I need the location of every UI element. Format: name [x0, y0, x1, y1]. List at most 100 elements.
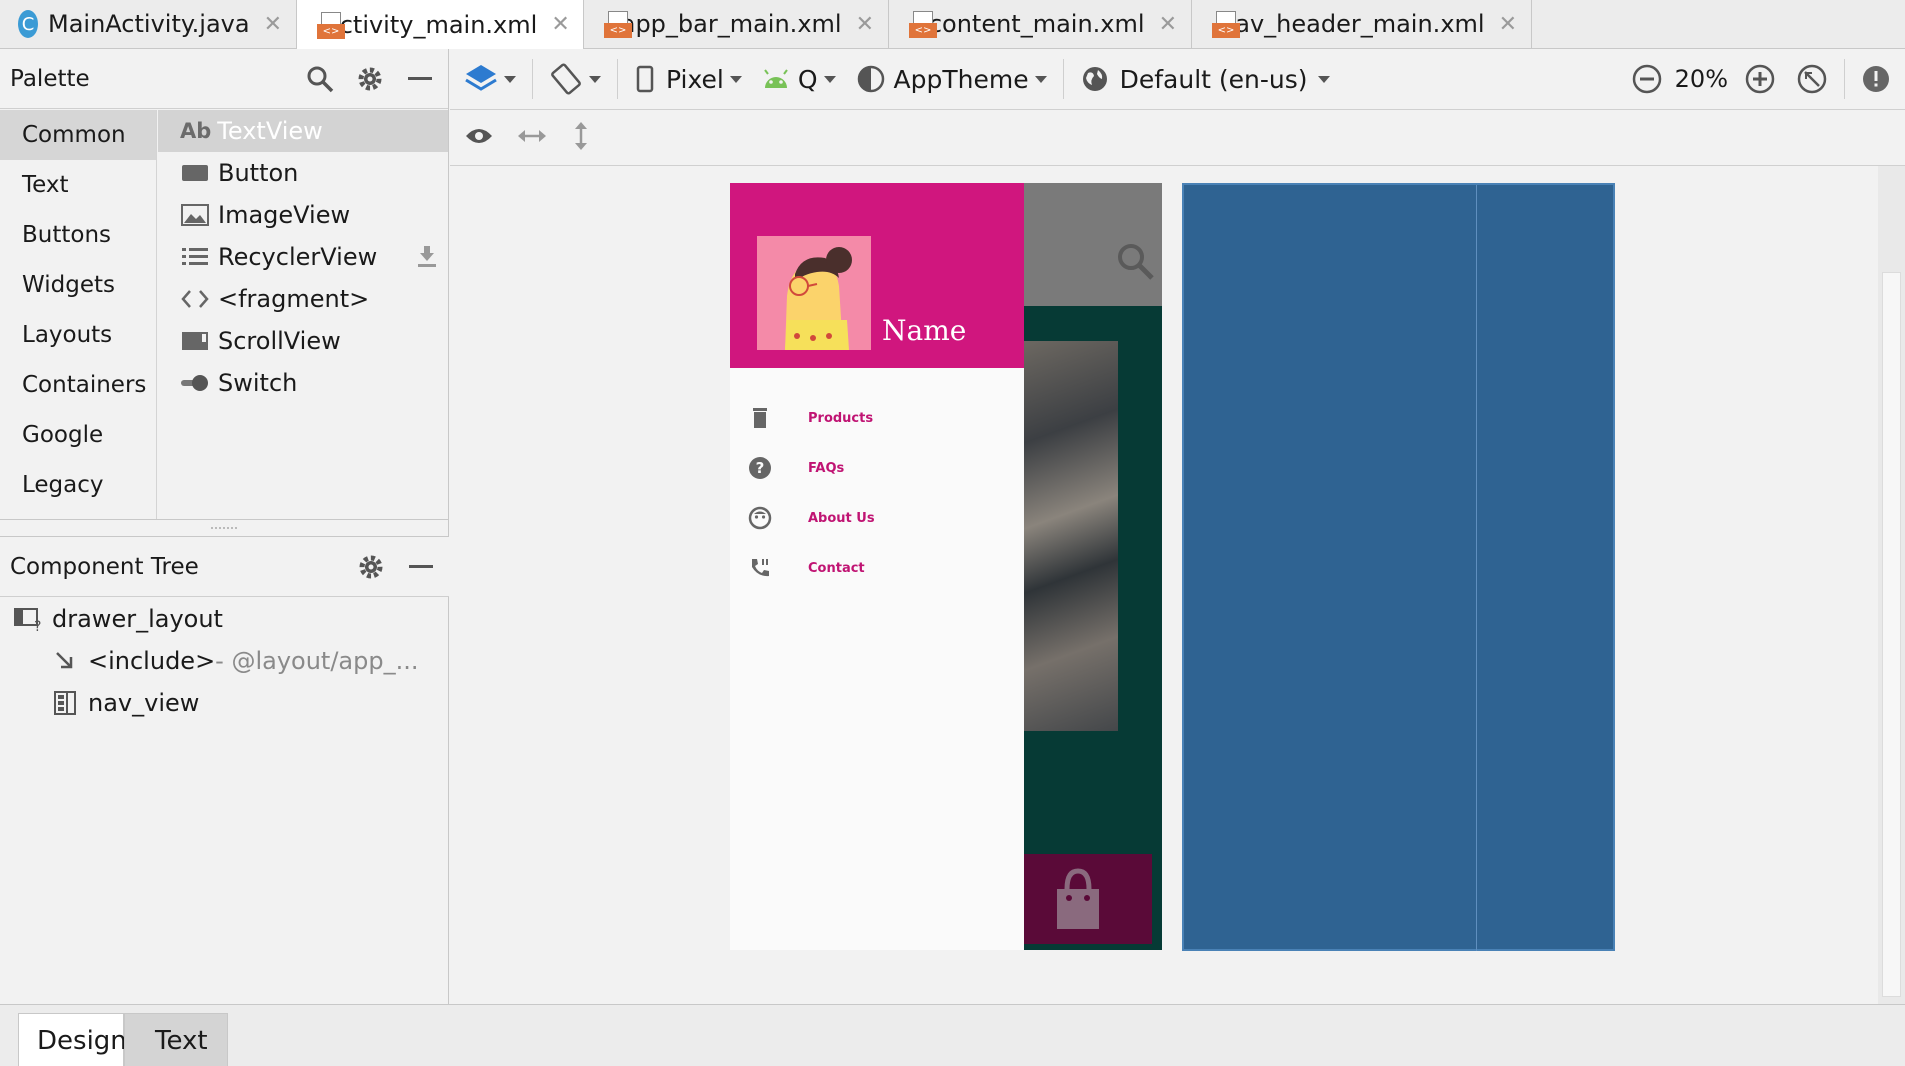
category-layouts[interactable]: Layouts — [0, 310, 156, 360]
design-toolbar: Pixel Q AppTheme Default (en-us) 20% — [450, 49, 1905, 110]
zoom-to-fit-button[interactable] — [1786, 49, 1838, 110]
nav-menu-label: Products — [808, 410, 874, 426]
code-icon — [180, 287, 210, 311]
minimize-icon[interactable] — [405, 551, 437, 583]
tab-nav-header-main-xml[interactable]: <> nav_header_main.xml ✕ — [1192, 0, 1532, 48]
tab-text[interactable]: Text — [124, 1013, 228, 1066]
zoom-in-icon — [1745, 64, 1775, 94]
tab-content-main-xml[interactable]: <> content_main.xml ✕ — [889, 0, 1192, 48]
category-legacy[interactable]: Legacy — [0, 460, 156, 510]
locale-label: Default (en-us) — [1119, 64, 1308, 94]
rotate-device-icon — [551, 63, 581, 95]
blueprint-preview[interactable] — [1182, 183, 1615, 951]
nav-menu-item-contact[interactable]: Contact — [730, 543, 1024, 593]
editor-mode-tabs: Design Text — [0, 1004, 1905, 1066]
device-dropdown[interactable]: Pixel — [624, 49, 752, 110]
globe-icon — [1082, 67, 1107, 91]
zoom-out-button[interactable] — [1625, 49, 1669, 110]
close-icon[interactable]: ✕ — [1499, 12, 1517, 37]
drawer-layout-icon: ? — [12, 604, 46, 634]
search-icon[interactable] — [304, 63, 336, 95]
zoom-level: 20% — [1674, 65, 1728, 93]
close-icon[interactable]: ✕ — [264, 12, 282, 37]
theme-dropdown[interactable]: AppTheme — [846, 49, 1057, 110]
tree-item-drawer-layout[interactable]: ? drawer_layout — [0, 598, 449, 640]
eye-icon[interactable] — [464, 125, 494, 151]
zoom-out-icon — [1632, 64, 1661, 94]
canvas-scrollbar[interactable] — [1878, 166, 1905, 1004]
api-dropdown[interactable]: Q — [752, 49, 846, 110]
category-widgets[interactable]: Widgets — [0, 260, 156, 310]
component-tree-header: Component Tree — [0, 537, 449, 597]
category-containers[interactable]: Containers — [0, 360, 156, 410]
close-icon[interactable]: ✕ — [856, 12, 874, 37]
component-tree-title: Component Tree — [10, 553, 199, 580]
category-google[interactable]: Google — [0, 410, 156, 460]
zoom-in-button[interactable] — [1734, 49, 1786, 110]
tree-item-include[interactable]: <include> - @layout/app_... — [0, 640, 449, 682]
svg-text:?: ? — [756, 459, 765, 477]
widget-recyclerview[interactable]: RecyclerView — [158, 236, 448, 278]
nav-menu-item-products[interactable]: Products — [730, 393, 1024, 443]
editor-tabs: C MainActivity.java ✕ <> activity_main.x… — [0, 0, 1905, 49]
palette-widgets: Ab TextView Button ImageView RecyclerVie… — [158, 110, 448, 519]
theme-label: AppTheme — [893, 64, 1029, 94]
widget-label: TextView — [217, 117, 323, 145]
android-studio-window: C MainActivity.java ✕ <> activity_main.x… — [0, 0, 1905, 1066]
tree-label: nav_view — [88, 689, 200, 717]
tab-design[interactable]: Design — [18, 1013, 127, 1066]
download-icon[interactable] — [416, 245, 438, 275]
tab-label: MainActivity.java — [48, 10, 250, 38]
phone-device-icon — [636, 65, 654, 93]
tab-mainactivity-java[interactable]: C MainActivity.java ✕ — [0, 0, 297, 48]
design-preview[interactable]: Name Products ? FAQs About Us Contact — [730, 183, 1162, 950]
textview-icon: Ab — [180, 119, 212, 143]
nav-menu-item-faqs[interactable]: ? FAQs — [730, 443, 1024, 493]
xml-file-icon: <> — [907, 9, 937, 39]
widget-switch[interactable]: Switch — [158, 362, 448, 404]
close-icon[interactable]: ✕ — [1159, 12, 1177, 37]
shopping-bag-button — [1020, 854, 1152, 944]
widget-button[interactable]: Button — [158, 152, 448, 194]
category-common[interactable]: Common — [0, 110, 156, 160]
panel-splitter[interactable] — [0, 519, 449, 537]
widget-scrollview[interactable]: ScrollView — [158, 320, 448, 362]
zoom-fit-icon — [1797, 64, 1827, 94]
gear-icon[interactable] — [354, 63, 386, 95]
category-text[interactable]: Text — [0, 160, 156, 210]
orientation-dropdown[interactable] — [539, 49, 611, 110]
vertical-resize-icon[interactable] — [570, 120, 592, 156]
minimize-icon[interactable] — [404, 63, 436, 95]
design-canvas[interactable] — [450, 166, 1878, 1004]
face-icon — [748, 506, 772, 530]
trash-icon — [748, 406, 772, 430]
close-icon[interactable]: ✕ — [551, 12, 569, 37]
include-arrow-icon — [48, 646, 82, 676]
nav-header: Name — [730, 183, 1024, 368]
widget-fragment[interactable]: <fragment> — [158, 278, 448, 320]
list-icon — [180, 245, 210, 269]
locale-dropdown[interactable]: Default (en-us) — [1070, 49, 1340, 110]
scrollview-icon — [180, 329, 210, 353]
nav-drawer: Name Products ? FAQs About Us Contact — [730, 183, 1024, 950]
svg-text:?: ? — [34, 619, 41, 632]
widget-imageview[interactable]: ImageView — [158, 194, 448, 236]
nav-menu-item-about-us[interactable]: About Us — [730, 493, 1024, 543]
switch-icon — [180, 371, 210, 395]
tree-item-nav-view[interactable]: nav_view — [0, 682, 449, 724]
nav-menu-label: FAQs — [808, 460, 845, 476]
gear-icon[interactable] — [355, 551, 387, 583]
button-icon — [180, 161, 210, 185]
widget-label: ScrollView — [218, 327, 341, 355]
layers-icon — [465, 65, 497, 91]
widget-label: Button — [218, 159, 299, 187]
design-surface-dropdown[interactable] — [450, 49, 526, 110]
component-tree: ? drawer_layout <include> - @layout/app_… — [0, 598, 449, 724]
issues-button[interactable] — [1851, 49, 1905, 110]
search-icon — [1115, 241, 1155, 285]
widget-textview[interactable]: Ab TextView — [158, 110, 448, 152]
category-buttons[interactable]: Buttons — [0, 210, 156, 260]
tab-activity-main-xml[interactable]: <> activity_main.xml ✕ — [297, 0, 584, 49]
horizontal-resize-icon[interactable] — [516, 125, 548, 151]
tab-app-bar-main-xml[interactable]: <> app_bar_main.xml ✕ — [584, 0, 889, 48]
